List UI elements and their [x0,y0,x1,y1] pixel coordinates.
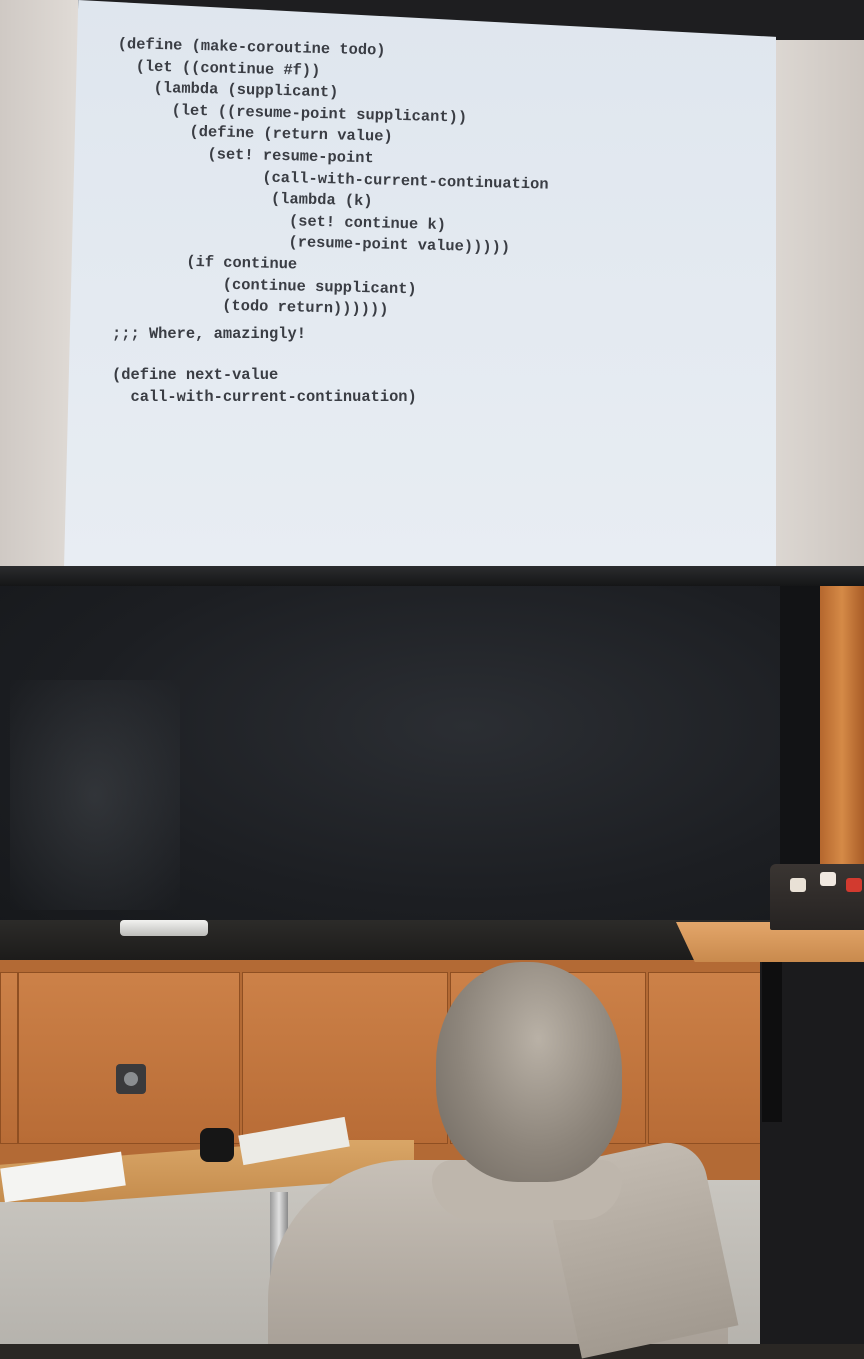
code-line: (define next-value [112,366,279,384]
code-line: call-with-current-continuation) [112,388,417,406]
slide-code-block: (define (make-coroutine todo) (let ((con… [111,34,678,328]
right-wall [774,40,864,570]
cabinet-panel [648,972,768,1144]
laptop-sticker [846,878,862,892]
slide-comment: ;;; Where, amazingly! [112,325,306,343]
laptop [770,864,864,930]
chalk-ledge [0,920,780,964]
screen-housing [0,566,864,586]
chalkboard-glare [10,680,180,910]
person-head [436,962,622,1182]
laptop-sticker [790,878,806,892]
eraser [120,920,208,936]
phone [200,1128,234,1162]
lectern-post [762,962,782,1122]
lecture-room-scene: (define (make-coroutine todo) (let ((con… [0,0,864,1359]
slide-code-block-2: (define next-value call-with-current-con… [112,364,417,408]
laptop-sticker [820,872,836,886]
wood-trim [820,586,864,876]
cabinet-panel [242,972,448,1144]
wall-outlet [116,1064,146,1094]
cabinet-panel [18,972,240,1144]
cabinet-panel [0,972,18,1144]
